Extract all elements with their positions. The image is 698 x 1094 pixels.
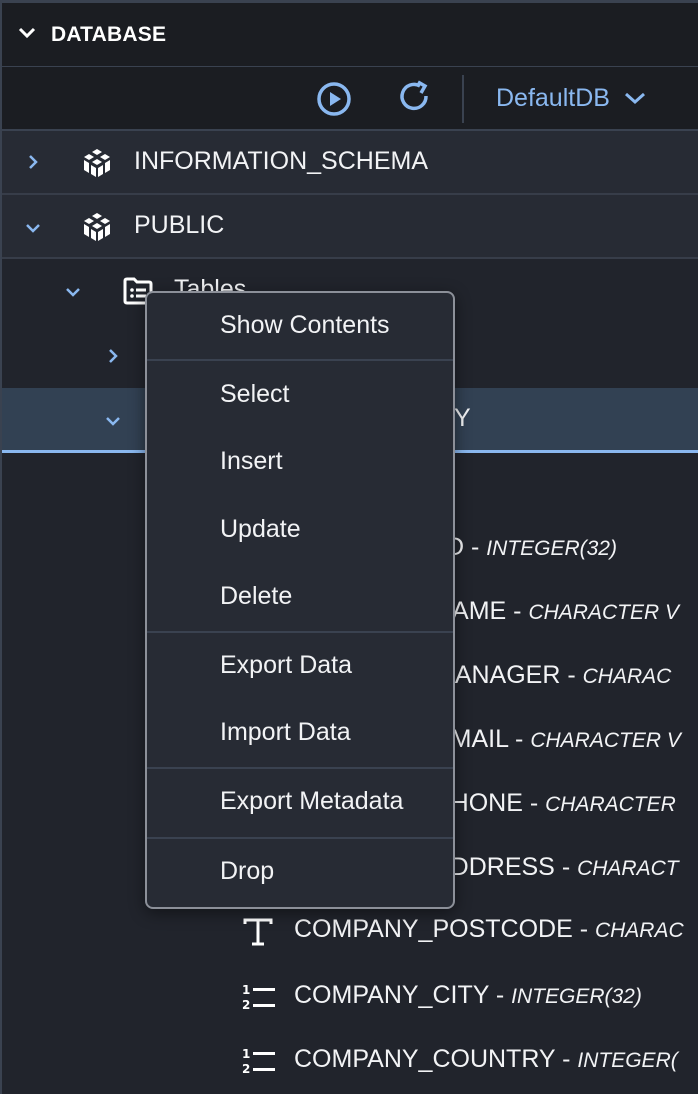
column-type: CHARACTER <box>545 793 676 816</box>
menu-separator <box>147 767 453 769</box>
column-type: CHARAC <box>594 919 684 942</box>
database-selector[interactable]: DefaultDB <box>496 81 646 115</box>
menu-separator <box>147 359 453 361</box>
chevron-down-icon[interactable] <box>18 27 36 39</box>
svg-text:2: 2 <box>242 998 250 1010</box>
section-title: DATABASE <box>51 23 167 46</box>
svg-text:2: 2 <box>242 1062 250 1074</box>
column-type: INTEGER( <box>577 1049 678 1072</box>
menu-item-label: Update <box>220 515 301 543</box>
schema-cube-icon <box>84 149 110 177</box>
menu-item-label: Show Contents <box>220 311 390 339</box>
chevron-down-icon[interactable] <box>66 285 80 299</box>
chevron-right-icon[interactable] <box>106 349 120 363</box>
menu-item-label: Export Data <box>220 651 353 679</box>
menu-item-show-contents[interactable]: Show Contents <box>147 293 453 359</box>
menu-item-insert[interactable]: Insert <box>147 430 453 496</box>
menu-item-update[interactable]: Update <box>147 498 453 564</box>
context-menu: Show Contents Select Insert Update Delet… <box>145 291 455 909</box>
numeric-type-icon: 1 2 <box>242 1047 275 1074</box>
menu-item-label: Export Metadata <box>220 787 404 815</box>
text-type-icon <box>243 918 273 946</box>
refresh-icon[interactable] <box>396 79 434 117</box>
column-name: COMPANY_POSTCODE <box>294 915 573 943</box>
svg-text:1: 1 <box>242 1047 250 1061</box>
menu-item-label: Insert <box>220 447 283 475</box>
chevron-down-icon[interactable] <box>106 414 120 428</box>
column-type: CHARAC <box>582 665 672 688</box>
play-circle-icon[interactable] <box>316 81 352 117</box>
menu-separator <box>147 837 453 839</box>
column-type: CHARACTER V <box>528 601 679 624</box>
database-selector-value: DefaultDB <box>496 83 610 112</box>
database-toolbar: DefaultDB <box>2 67 698 131</box>
column-row[interactable]: COMPANY_POSTCODE - CHARAC <box>0 901 698 963</box>
tree-node-public[interactable]: PUBLIC <box>2 195 698 259</box>
menu-item-delete[interactable]: Delete <box>147 565 453 631</box>
menu-item-drop[interactable]: Drop <box>147 840 453 906</box>
menu-item-export-metadata[interactable]: Export Metadata <box>147 770 453 836</box>
chevron-right-icon[interactable] <box>26 155 40 169</box>
column-type: INTEGER(32) <box>486 537 617 560</box>
column-row[interactable]: 1 2 COMPANY_COUNTRY - INTEGER( <box>0 1029 698 1091</box>
menu-separator <box>147 631 453 633</box>
column-row[interactable]: 1 2 COMPANY_CITY - INTEGER(32) <box>0 965 698 1027</box>
toolbar-separator <box>462 75 464 123</box>
menu-item-label: Import Data <box>220 718 351 746</box>
chevron-down-icon <box>624 92 645 105</box>
numeric-type-icon: 1 2 <box>242 983 275 1010</box>
column-type: CHARACTER V <box>530 729 681 752</box>
svg-text:1: 1 <box>242 983 250 997</box>
tree-node-information-schema[interactable]: INFORMATION_SCHEMA <box>2 131 698 195</box>
menu-item-export-data[interactable]: Export Data <box>147 634 453 700</box>
chevron-down-icon[interactable] <box>26 221 40 235</box>
column-name: COMPANY_COUNTRY <box>294 1045 556 1073</box>
tree-node-label: INFORMATION_SCHEMA <box>134 147 428 175</box>
menu-item-import-data[interactable]: Import Data <box>147 701 453 767</box>
menu-item-label: Drop <box>220 857 275 885</box>
column-type: INTEGER(32) <box>511 985 642 1008</box>
column-name: COMPANY_CITY <box>294 981 489 1009</box>
column-type: CHARACT <box>577 857 679 880</box>
tree-node-label: PUBLIC <box>134 211 225 239</box>
database-section-header[interactable]: DATABASE <box>2 3 698 68</box>
menu-item-select[interactable]: Select <box>147 363 453 429</box>
menu-item-label: Select <box>220 380 290 408</box>
menu-item-label: Delete <box>220 582 293 610</box>
schema-cube-icon <box>84 213 110 241</box>
